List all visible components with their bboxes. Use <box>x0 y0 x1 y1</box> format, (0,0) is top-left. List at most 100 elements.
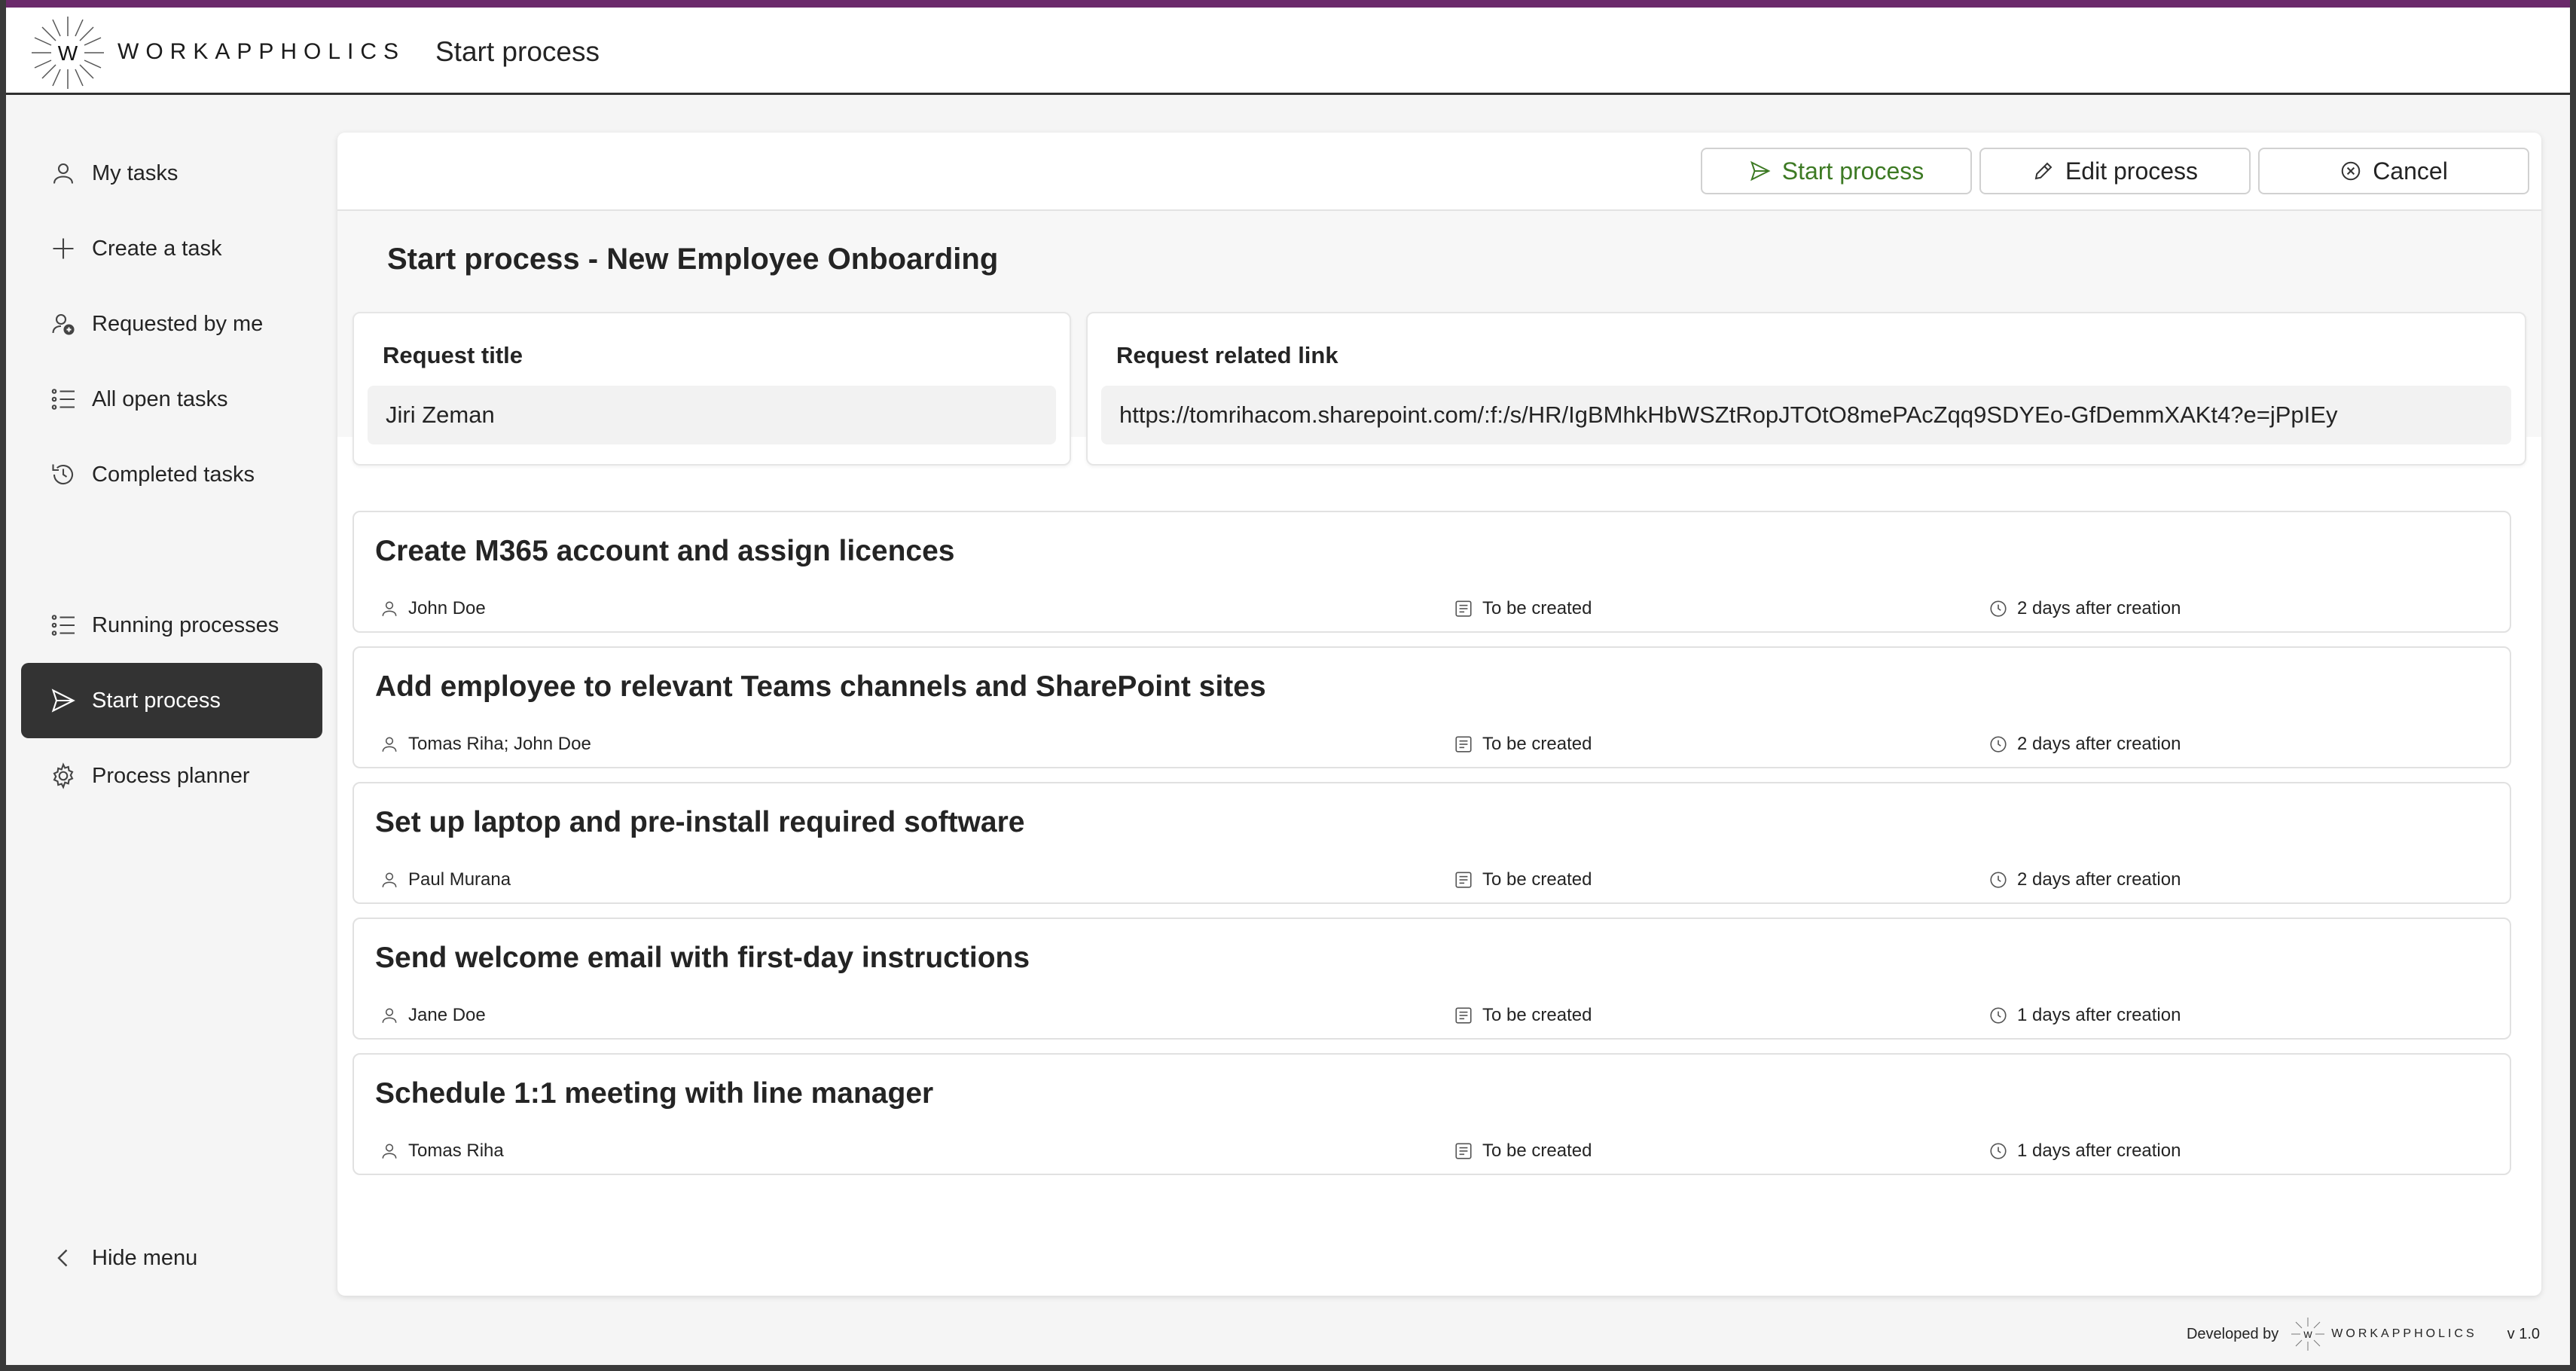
send-icon <box>1750 160 1771 182</box>
person-add-icon <box>48 309 78 339</box>
hide-menu-button[interactable]: Hide menu <box>21 1220 322 1296</box>
task-due: 2 days after creation <box>1988 734 2181 755</box>
task-card[interactable]: Create M365 account and assign licences … <box>353 511 2511 633</box>
assignee-text: Jane Doe <box>408 1005 486 1025</box>
list-icon <box>48 384 78 414</box>
list-icon <box>48 610 78 640</box>
app-header: W WORKAPPHOLICS Start process <box>6 8 2570 95</box>
form-icon <box>1455 1007 1472 1024</box>
status-text: To be created <box>1482 1005 1592 1025</box>
request-title-input[interactable]: Jiri Zeman <box>368 386 1056 444</box>
sidebar-item-label: Process planner <box>92 763 250 788</box>
main-panel: Start process Edit process Cancel Start … <box>337 133 2541 1296</box>
person-icon <box>382 737 397 752</box>
sidebar-item-label: My tasks <box>92 160 179 185</box>
assignee-text: Tomas Riha; John Doe <box>408 734 591 754</box>
sidebar-item-my-tasks[interactable]: My tasks <box>21 136 322 211</box>
request-link-label: Request related link <box>1116 342 1338 368</box>
edit-process-label: Edit process <box>2065 157 2199 185</box>
brand-name: WORKAPPHOLICS <box>118 39 406 64</box>
developed-by-text: Developed by <box>2186 1325 2279 1342</box>
clock-icon <box>1990 1143 2007 1159</box>
clock-icon <box>1990 736 2007 753</box>
sidebar-item-requested-by-me[interactable]: Requested by me <box>21 286 322 362</box>
task-status: To be created <box>1454 598 1592 619</box>
task-status: To be created <box>1454 1140 1592 1162</box>
form-icon <box>1455 872 1472 888</box>
svg-text:W: W <box>2304 1330 2313 1340</box>
sidebar-item-create-task[interactable]: Create a task <box>21 211 322 286</box>
task-assignee: Tomas Riha; John Doe <box>380 734 591 755</box>
form-icon <box>1455 600 1472 617</box>
task-card[interactable]: Set up laptop and pre-install required s… <box>353 782 2511 904</box>
clock-icon <box>1990 872 2007 888</box>
svg-text:W: W <box>58 41 78 65</box>
sidebar-item-label: Completed tasks <box>92 462 255 487</box>
clock-icon <box>1990 1007 2007 1024</box>
person-icon <box>382 601 397 616</box>
sidebar-item-completed-tasks[interactable]: Completed tasks <box>21 437 322 512</box>
task-card[interactable]: Send welcome email with first-day instru… <box>353 918 2511 1040</box>
form-icon <box>1455 736 1472 753</box>
status-text: To be created <box>1482 598 1592 618</box>
sidebar-item-running-processes[interactable]: Running processes <box>21 588 322 663</box>
chevron-left-icon <box>48 1243 78 1273</box>
assignee-text: Tomas Riha <box>408 1140 504 1161</box>
due-text: 2 days after creation <box>2017 598 2181 618</box>
history-icon <box>48 460 78 490</box>
request-title-card: Request title Jiri Zeman <box>353 312 1071 466</box>
edit-process-button[interactable]: Edit process <box>1979 148 2251 194</box>
task-title: Schedule 1:1 meeting with line manager <box>375 1077 934 1110</box>
due-text: 2 days after creation <box>2017 869 2181 890</box>
person-icon <box>48 158 78 188</box>
hide-menu-label: Hide menu <box>92 1245 198 1270</box>
task-status: To be created <box>1454 1005 1592 1026</box>
task-status: To be created <box>1454 734 1592 755</box>
task-title: Send welcome email with first-day instru… <box>375 942 1030 974</box>
task-due: 2 days after creation <box>1988 869 2181 890</box>
status-text: To be created <box>1482 734 1592 754</box>
person-icon <box>382 1144 397 1159</box>
request-link-input[interactable]: https://tomrihacom.sharepoint.com/:f:/s/… <box>1101 386 2511 444</box>
workappholics-logo: W <box>26 11 110 95</box>
clock-icon <box>1990 600 2007 617</box>
version-text: v 1.0 <box>2507 1325 2540 1342</box>
task-assignee: Tomas Riha <box>380 1140 504 1162</box>
plus-icon <box>48 234 78 264</box>
task-assignee: Jane Doe <box>380 1005 486 1026</box>
command-bar: Start process Edit process Cancel <box>337 133 2541 211</box>
sidebar-item-start-process[interactable]: Start process <box>21 663 322 738</box>
sidebar-item-all-open-tasks[interactable]: All open tasks <box>21 362 322 437</box>
sidebar-item-label: Requested by me <box>92 311 264 336</box>
task-assignee: Paul Murana <box>380 869 511 890</box>
sidebar-item-process-planner[interactable]: Process planner <box>21 738 322 814</box>
due-text: 1 days after creation <box>2017 1140 2181 1161</box>
sidebar-item-label: Running processes <box>92 612 279 637</box>
status-text: To be created <box>1482 869 1592 890</box>
task-title: Create M365 account and assign licences <box>375 535 955 567</box>
sidebar-item-label: Create a task <box>92 236 222 261</box>
task-due: 1 days after creation <box>1988 1140 2181 1162</box>
task-due: 2 days after creation <box>1988 598 2181 619</box>
pencil-icon <box>2034 162 2053 180</box>
task-assignee: John Doe <box>380 598 486 619</box>
footer: Developed by W WORKAPPHOLICS v 1.0 <box>2187 1314 2540 1354</box>
form-icon <box>1455 1143 1472 1159</box>
app-window: W WORKAPPHOLICS Start process My tasks C… <box>6 0 2570 1365</box>
due-text: 2 days after creation <box>2017 734 2181 754</box>
assignee-text: John Doe <box>408 598 486 618</box>
assignee-text: Paul Murana <box>408 869 511 890</box>
task-card[interactable]: Add employee to relevant Teams channels … <box>353 646 2511 768</box>
person-icon <box>382 1008 397 1023</box>
start-process-button[interactable]: Start process <box>1701 148 1972 194</box>
page-title: Start process - New Employee Onboarding <box>387 243 999 276</box>
cancel-button[interactable]: Cancel <box>2258 148 2529 194</box>
task-card[interactable]: Schedule 1:1 meeting with line manager T… <box>353 1053 2511 1175</box>
task-title: Add employee to relevant Teams channels … <box>375 670 1266 703</box>
sidebar: My tasks Create a task Requested by me A… <box>6 102 330 1368</box>
request-link-card: Request related link https://tomrihacom.… <box>1086 312 2526 466</box>
sidebar-item-label: All open tasks <box>92 386 228 411</box>
workappholics-small-logo: W <box>2289 1315 2327 1353</box>
task-status: To be created <box>1454 869 1592 890</box>
close-circle-icon <box>2341 161 2361 181</box>
